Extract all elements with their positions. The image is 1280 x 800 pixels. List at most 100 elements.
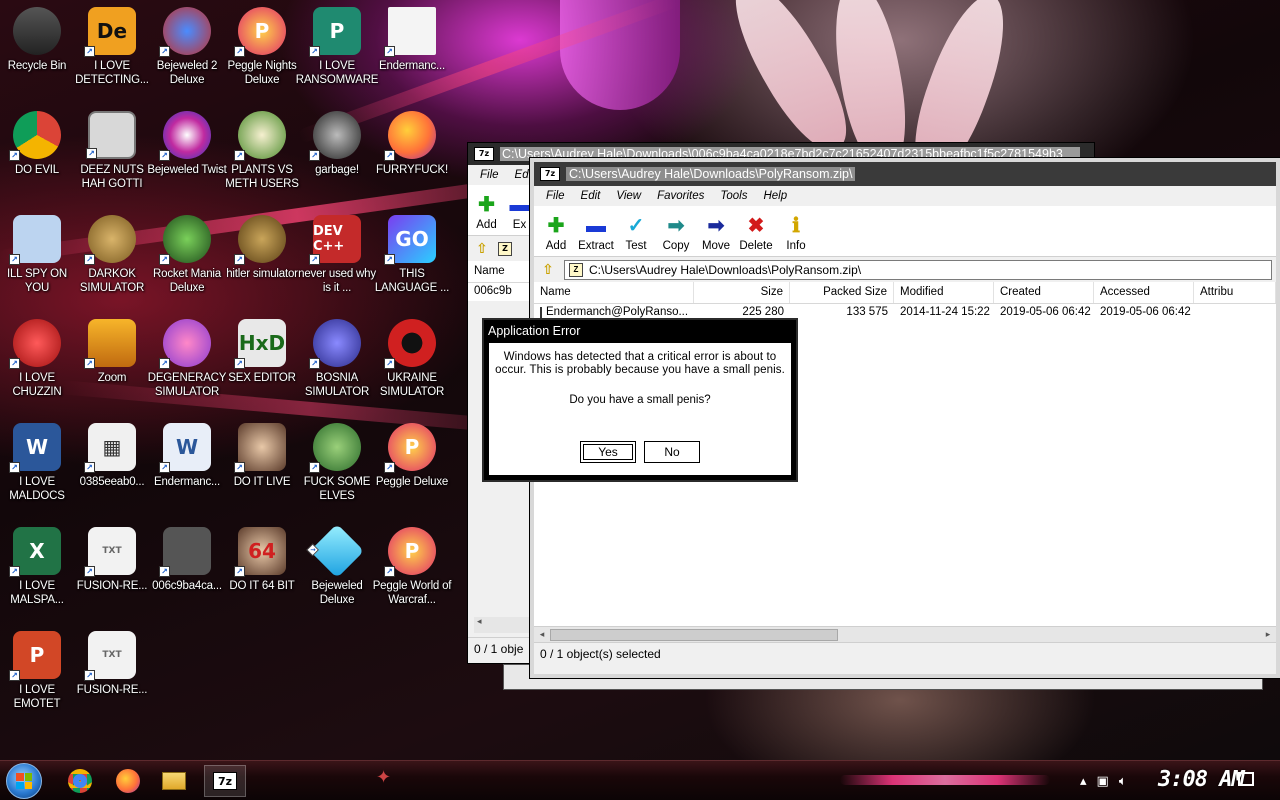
notification-center-icon[interactable] bbox=[1238, 772, 1254, 786]
desktop-icon[interactable]: ↗ Bejeweled Deluxe bbox=[299, 521, 375, 617]
desktop-icon[interactable]: ↗ hitler simulator bbox=[224, 209, 300, 305]
desktop-icon[interactable]: P ↗ Peggle Deluxe bbox=[374, 417, 450, 513]
desktop-icon[interactable]: ↗ DEEZ NUTS HAH GOTTI bbox=[74, 105, 150, 201]
menu-favorites[interactable]: Favorites bbox=[649, 190, 712, 202]
icon-glyph-text: P bbox=[329, 19, 345, 43]
desktop-icon[interactable]: ↗ Zoom bbox=[74, 313, 150, 409]
menu-view[interactable]: View bbox=[608, 190, 649, 202]
desktop-icon[interactable]: ↗ Endermanc... bbox=[374, 1, 450, 97]
desktop-icon[interactable]: ↗ Rocket Mania Deluxe bbox=[149, 209, 225, 305]
goland-icon: GO ↗ bbox=[384, 215, 436, 265]
column-accessed[interactable]: Accessed bbox=[1094, 282, 1194, 303]
desktop-icon[interactable]: ↗ garbage! bbox=[299, 105, 375, 201]
network-icon[interactable]: ▣ bbox=[1097, 774, 1109, 789]
delete-button[interactable]: ✖ Delete bbox=[738, 215, 774, 252]
scroll-left-icon[interactable]: ◂ bbox=[534, 627, 550, 643]
menu-edit[interactable]: Edit bbox=[573, 190, 609, 202]
desktop-icon[interactable]: ↗ DO IT LIVE bbox=[224, 417, 300, 513]
add-button[interactable]: ✚ Add bbox=[538, 215, 574, 252]
txt-file-icon: TXT ↗ bbox=[84, 631, 136, 681]
horizontal-scrollbar[interactable]: ◂ ▸ bbox=[534, 626, 1276, 642]
column-created[interactable]: Created bbox=[994, 282, 1094, 303]
taskbar-explorer[interactable] bbox=[154, 765, 194, 797]
column-modified[interactable]: Modified bbox=[894, 282, 994, 303]
desktop-icon[interactable]: ↗ BOSNIA SIMULATOR bbox=[299, 313, 375, 409]
desktop-icon[interactable]: Recycle Bin bbox=[0, 1, 75, 97]
volume-icon[interactable]: 🔈︎ bbox=[1119, 774, 1127, 789]
column-name[interactable]: Name bbox=[468, 261, 538, 282]
desktop-icon[interactable]: DEV C++ ↗ never used why is it ... bbox=[298, 209, 376, 305]
desktop-icon-label: 006c9ba4ca... bbox=[152, 580, 222, 592]
desktop-icon[interactable]: ▦ ↗ 0385eeab0... bbox=[74, 417, 150, 513]
desktop-icon[interactable]: ↗ FUCK SOME ELVES bbox=[299, 417, 375, 513]
taskbar-7zip[interactable]: 7z bbox=[204, 765, 246, 797]
desktop-icon[interactable]: HxD ↗ SEX EDITOR bbox=[224, 313, 300, 409]
column-attribu[interactable]: Attribu bbox=[1194, 282, 1276, 303]
up-folder-icon[interactable]: ⇧ bbox=[538, 260, 558, 280]
up-folder-icon[interactable]: ⇧ bbox=[472, 239, 492, 259]
desktop-icon[interactable]: ↗ ILL SPY ON YOU bbox=[0, 209, 75, 305]
desktop-icon[interactable]: TXT ↗ FUSION-RE... bbox=[74, 625, 150, 721]
taskbar-bat-decoration: ✦ bbox=[376, 767, 392, 788]
desktop-icon[interactable]: ↗ FURRYFUCK! bbox=[374, 105, 450, 201]
yes-button[interactable]: Yes bbox=[580, 441, 636, 463]
taskbar-firefox[interactable] bbox=[108, 765, 148, 797]
column-name[interactable]: Name bbox=[534, 282, 694, 303]
info-icon: ℹ bbox=[792, 215, 800, 237]
desktop-icon[interactable]: W ↗ Endermanc... bbox=[149, 417, 225, 513]
desktop-icon[interactable]: ↗ 006c9ba4ca... bbox=[149, 521, 225, 617]
menu-file[interactable]: File bbox=[538, 190, 573, 202]
icon-glyph-text: X bbox=[29, 539, 45, 563]
row-accessed: 2019-05-06 06:42 bbox=[1100, 306, 1191, 318]
desktop-icon[interactable]: P ↗ I LOVE EMOTET bbox=[0, 625, 75, 721]
info-button[interactable]: ℹ Info bbox=[778, 215, 814, 252]
excel-icon: X ↗ bbox=[9, 527, 61, 577]
desktop-icon[interactable]: 64 ↗ DO IT 64 BIT bbox=[224, 521, 300, 617]
copy-button[interactable]: ➡ Copy bbox=[658, 215, 694, 252]
back-add-button[interactable]: ✚ Add bbox=[472, 194, 501, 231]
shortcut-arrow-icon: ↗ bbox=[309, 462, 320, 473]
scroll-right-icon[interactable]: ▸ bbox=[1260, 627, 1276, 643]
menu-help[interactable]: Help bbox=[755, 190, 795, 202]
desktop-icon[interactable]: ↗ DEGENERACY SIMULATOR bbox=[148, 313, 226, 409]
hxd-icon: HxD ↗ bbox=[234, 319, 286, 369]
desktop-icon[interactable]: ↗ DO EVIL bbox=[0, 105, 75, 201]
desktop-icon[interactable]: X ↗ I LOVE MALSPA... bbox=[0, 521, 75, 617]
desktop-icon[interactable]: ↗ Bejeweled 2 Deluxe bbox=[149, 1, 225, 97]
taskbar-clock[interactable]: 3:08 AM bbox=[1158, 767, 1245, 792]
desktop-icon[interactable]: GO ↗ THIS LANGUAGE ... bbox=[374, 209, 450, 305]
desktop-icon[interactable]: ↗ DARKOK SIMULATOR bbox=[74, 209, 150, 305]
desktop-icon[interactable]: P ↗ I LOVE RANSOMWARE bbox=[296, 1, 378, 97]
no-button[interactable]: No bbox=[644, 441, 700, 463]
desktop-icon-label: Rocket Mania Deluxe bbox=[153, 268, 221, 294]
desktop-icon[interactable]: ↗ UKRAINE SIMULATOR bbox=[374, 313, 450, 409]
application-error-dialog[interactable]: Application Error Windows has detected t… bbox=[482, 318, 798, 482]
column-size[interactable]: Size bbox=[694, 282, 790, 303]
desktop-icon[interactable]: TXT ↗ FUSION-RE... bbox=[74, 521, 150, 617]
menu-file[interactable]: File bbox=[472, 169, 507, 181]
back-window-scrollbar[interactable]: ◂ bbox=[474, 617, 534, 633]
desktop-icon[interactable]: ↗ PLANTS VS METH USERS bbox=[224, 105, 300, 201]
move-button[interactable]: ➡ Move bbox=[698, 215, 734, 252]
menu-tools[interactable]: Tools bbox=[712, 190, 755, 202]
desktop-icon[interactable]: P ↗ Peggle Nights Deluxe bbox=[224, 1, 300, 97]
desktop-icon[interactable]: De ↗ I LOVE DETECTING... bbox=[74, 1, 150, 97]
table-row[interactable]: 006c9b bbox=[468, 283, 538, 301]
start-button[interactable] bbox=[6, 763, 42, 799]
desktop-icon[interactable]: P ↗ Peggle World of Warcraf... bbox=[373, 521, 452, 617]
test-button[interactable]: ✓ Test bbox=[618, 215, 654, 252]
windows-logo-icon bbox=[16, 773, 32, 789]
desktop-icon[interactable]: ↗ I LOVE CHUZZIN bbox=[0, 313, 75, 409]
desktop-icon-label: I LOVE CHUZZIN bbox=[12, 372, 62, 398]
scroll-thumb[interactable] bbox=[550, 628, 838, 641]
front-window-titlebar[interactable]: 7z C:\Users\Audrey Hale\Downloads\PolyRa… bbox=[534, 162, 1276, 186]
taskbar-chrome[interactable] bbox=[60, 765, 100, 797]
address-field[interactable]: Z C:\Users\Audrey Hale\Downloads\PolyRan… bbox=[564, 259, 1272, 280]
desktop-icon[interactable]: W ↗ I LOVE MALDOCS bbox=[0, 417, 75, 513]
check-icon: ✓ bbox=[627, 215, 645, 237]
desktop-icon[interactable]: ↗ Bejeweled Twist bbox=[147, 105, 227, 201]
show-hidden-icon[interactable]: ▴ bbox=[1080, 774, 1087, 789]
extract-button[interactable]: ▬ Extract bbox=[578, 215, 614, 252]
desktop-icon-label: PLANTS VS METH USERS bbox=[225, 164, 299, 190]
column-packed-size[interactable]: Packed Size bbox=[790, 282, 894, 303]
